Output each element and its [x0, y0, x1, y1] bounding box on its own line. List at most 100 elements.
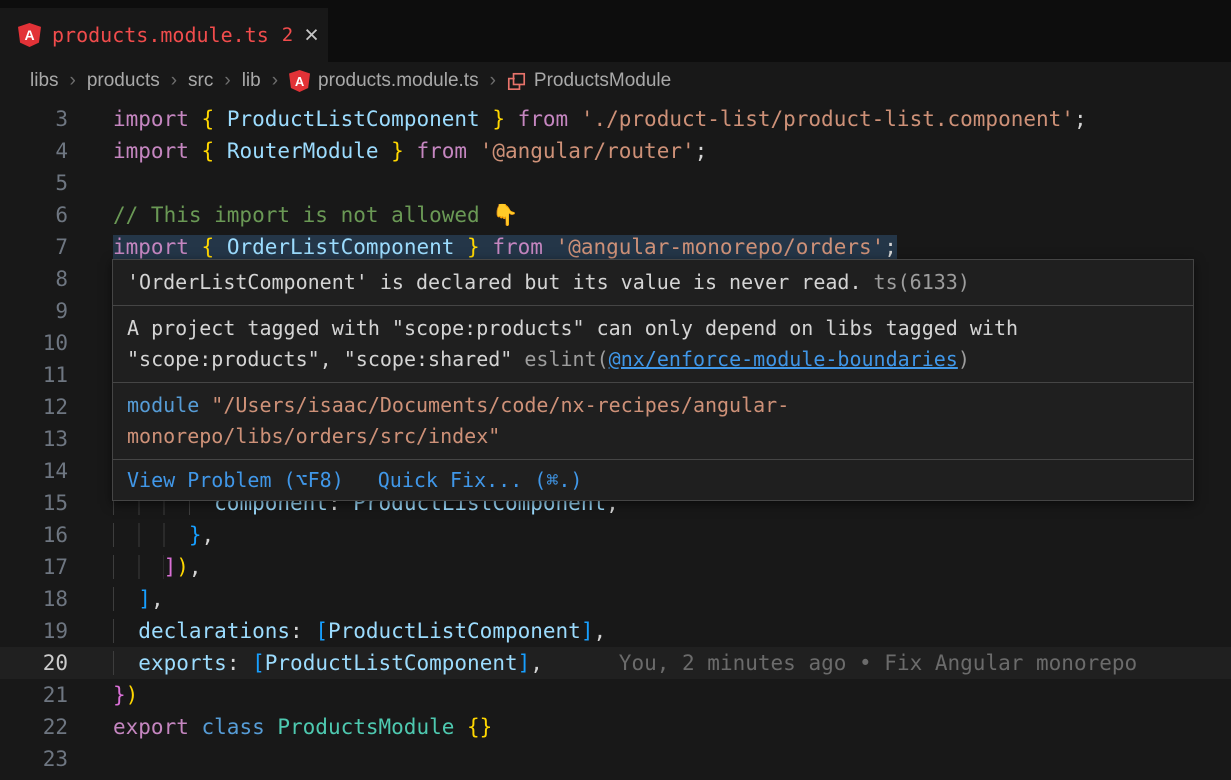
breadcrumb-item-products[interactable]: products [87, 70, 160, 92]
code-token: : [290, 619, 315, 643]
code-line-17[interactable]: 17 ]), [0, 551, 1231, 583]
breadcrumb-item-lib[interactable]: lib [242, 70, 261, 92]
editor-pane[interactable]: 3 import { ProductListComponent } from '.… [0, 100, 1231, 780]
code-token: [ [315, 619, 328, 643]
code-token: 'OrderListComponent' is declared but its… [127, 270, 874, 294]
code-line-5[interactable]: 5 [0, 167, 1231, 199]
code-line-6[interactable]: 6// This import is not allowed 👇 [0, 199, 1231, 231]
code-token [113, 523, 189, 547]
code-text [68, 743, 113, 775]
line-number[interactable]: 15 [0, 487, 68, 519]
tab-filename: products.module.ts [52, 23, 269, 47]
code-line-20[interactable]: 20 exports: [ProductListComponent],You, … [0, 647, 1231, 679]
code-token: ProductListComponent [328, 619, 581, 643]
code-text: ]), [68, 551, 202, 583]
code-token: from [480, 235, 556, 259]
code-token: 👇 [492, 203, 518, 227]
line-number[interactable]: 12 [0, 391, 68, 423]
code-line-21[interactable]: 21}) [0, 679, 1231, 711]
eslint-message-line-1: A project tagged with "scope:products" c… [127, 313, 1179, 344]
code-token: from [404, 139, 480, 163]
code-text: export class ProductsModule {} [68, 711, 492, 743]
code-token: './product-list/product-list.component' [581, 107, 1074, 131]
breadcrumb-file-label: products.module.ts [318, 70, 479, 92]
breadcrumb-item-file[interactable]: A products.module.ts [289, 70, 479, 92]
code-line-19[interactable]: 19 declarations: [ProductListComponent], [0, 615, 1231, 647]
code-token [113, 619, 138, 643]
line-number[interactable]: 3 [0, 103, 68, 135]
close-icon[interactable]: × [304, 23, 319, 48]
line-number[interactable]: 10 [0, 327, 68, 359]
line-number[interactable]: 18 [0, 583, 68, 615]
code-text [68, 455, 113, 487]
code-token: ProductsModule [277, 715, 467, 739]
code-text [68, 423, 113, 455]
code-line-18[interactable]: 18 ], [0, 583, 1231, 615]
quick-fix-action[interactable]: Quick Fix... (⌘.) [378, 468, 583, 492]
line-number[interactable]: 20 [0, 647, 68, 679]
breadcrumb-separator: › [70, 70, 76, 92]
code-token: import [113, 235, 202, 259]
breadcrumb-item-src[interactable]: src [188, 70, 213, 92]
line-number[interactable]: 8 [0, 263, 68, 295]
breadcrumb-separator: › [224, 70, 230, 92]
code-token: , [202, 523, 215, 547]
line-number[interactable]: 13 [0, 423, 68, 455]
line-number[interactable]: 6 [0, 199, 68, 231]
code-token: } [379, 139, 404, 163]
line-number[interactable]: 9 [0, 295, 68, 327]
line-number[interactable]: 4 [0, 135, 68, 167]
code-token: ] [518, 651, 531, 675]
line-number[interactable]: 23 [0, 743, 68, 775]
code-token: exports [138, 651, 227, 675]
line-number[interactable]: 22 [0, 711, 68, 743]
line-number[interactable]: 5 [0, 167, 68, 199]
code-token: ] [581, 619, 594, 643]
breadcrumb-symbol-label: ProductsModule [534, 70, 671, 92]
code-token: '@angular/router' [480, 139, 695, 163]
code-token: { [202, 107, 227, 131]
code-token: declarations [138, 619, 290, 643]
view-problem-action[interactable]: View Problem (⌥F8) [127, 468, 344, 492]
code-text: import { RouterModule } from '@angular/r… [68, 135, 707, 167]
code-line-23[interactable]: 23 [0, 743, 1231, 775]
code-line-3[interactable]: 3import { ProductListComponent } from '.… [0, 103, 1231, 135]
line-number[interactable]: 19 [0, 615, 68, 647]
code-token: module [127, 393, 211, 417]
code-line-16[interactable]: 16 }, [0, 519, 1231, 551]
breadcrumb-separator: › [171, 70, 177, 92]
line-number[interactable]: 16 [0, 519, 68, 551]
code-token: [ [252, 651, 265, 675]
vscode-window: A products.module.ts 2 × libs › products… [0, 0, 1231, 780]
code-token: ; [695, 139, 708, 163]
line-number[interactable]: 21 [0, 679, 68, 711]
tab-products-module-ts[interactable]: A products.module.ts 2 × [0, 8, 328, 62]
code-line-4[interactable]: 4import { RouterModule } from '@angular/… [0, 135, 1231, 167]
code-text [68, 359, 113, 391]
code-token: eslint( [524, 347, 608, 371]
angular-icon: A [289, 70, 310, 92]
git-blame-annotation: You, 2 minutes ago • Fix Angular monorep… [619, 651, 1137, 675]
code-token [113, 555, 164, 579]
code-token: ; [1074, 107, 1087, 131]
code-token [113, 587, 138, 611]
module-path-section: module "/Users/isaac/Documents/code/nx-r… [113, 383, 1193, 460]
line-number[interactable]: 17 [0, 551, 68, 583]
problems-count-badge: 2 [282, 24, 293, 46]
ts-diagnostic-section: 'OrderListComponent' is declared but its… [113, 260, 1193, 306]
line-number[interactable]: 7 [0, 231, 68, 263]
code-token: ; [884, 235, 897, 259]
popup-action-bar: View Problem (⌥F8) Quick Fix... (⌘.) [113, 460, 1193, 500]
code-token: ] [138, 587, 151, 611]
breadcrumb-item-symbol[interactable]: ProductsModule [507, 70, 671, 92]
breadcrumb-item-libs[interactable]: libs [30, 70, 59, 92]
line-number[interactable]: 11 [0, 359, 68, 391]
code-text: }, [68, 519, 214, 551]
code-token: import [113, 139, 202, 163]
code-text [68, 263, 113, 295]
code-line-22[interactable]: 22export class ProductsModule {} [0, 711, 1231, 743]
module-boundaries-link[interactable]: @nx/enforce-module-boundaries [609, 347, 958, 371]
code-token: A project tagged with "scope:products" c… [127, 316, 1018, 340]
line-number[interactable]: 14 [0, 455, 68, 487]
tab-bar: A products.module.ts 2 × [0, 0, 1231, 62]
